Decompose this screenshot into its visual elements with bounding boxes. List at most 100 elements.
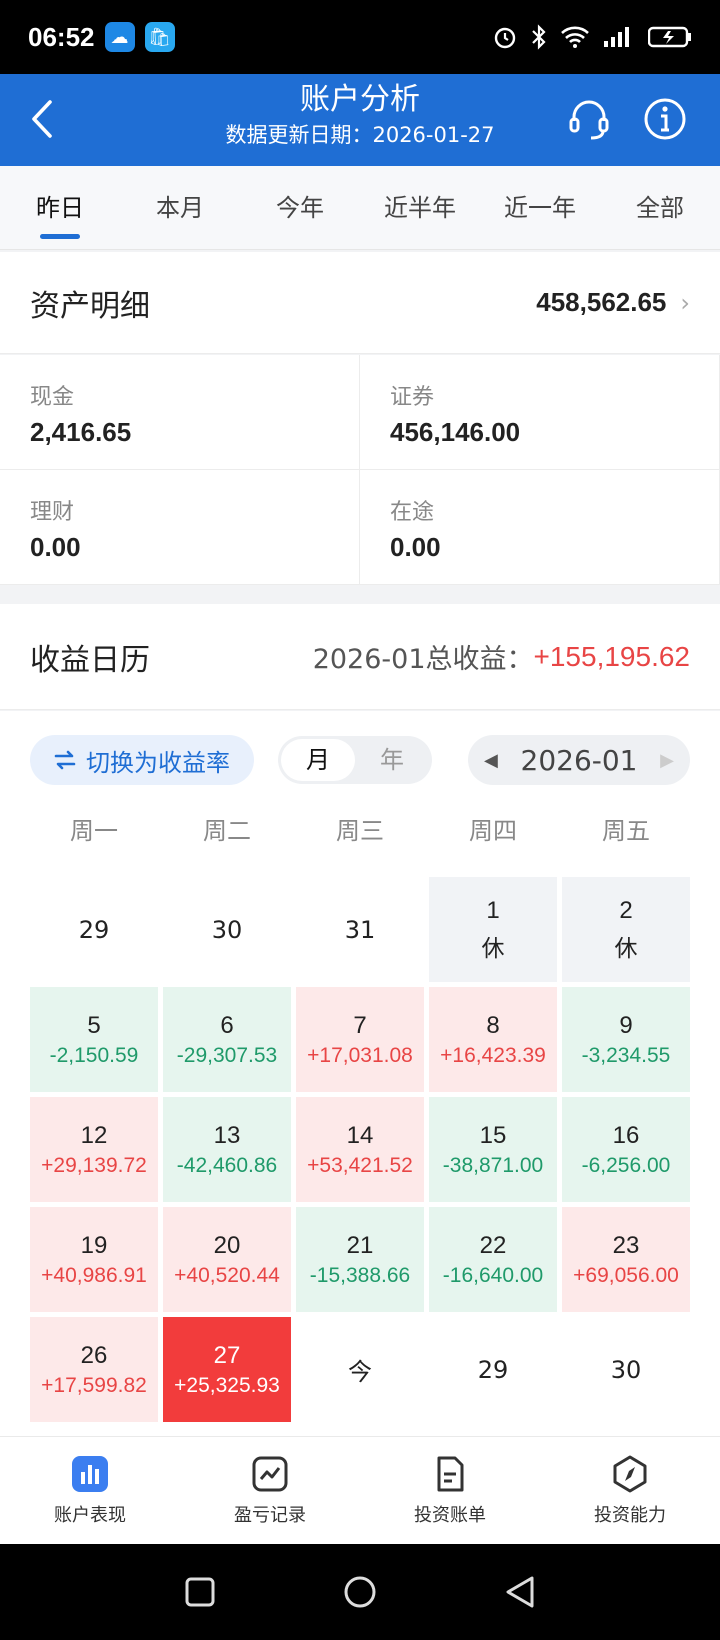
weekday-label: 周三 xyxy=(336,817,384,845)
nav-investment-bills[interactable]: 投资账单 xyxy=(360,1437,540,1544)
calendar-day[interactable]: 21 -15,388.66 xyxy=(296,1207,424,1312)
asset-total: 458,562.65 xyxy=(536,287,667,317)
asset-value: 456,146.00 xyxy=(390,417,521,447)
day-profit: 休 xyxy=(614,935,638,962)
asset-grid: 现金 2,416.65 证券 456,146.00 理财 0.00 在途 0.0… xyxy=(0,355,720,585)
nav-label: 投资能力 xyxy=(594,1504,666,1526)
recent-apps-icon[interactable] xyxy=(184,1576,216,1608)
asset-key: 现金 xyxy=(30,385,75,410)
switch-to-rate-button[interactable]: 切换为收益率 xyxy=(30,735,254,785)
calendar-day[interactable]: 8 +16,423.39 xyxy=(429,987,557,1092)
asset-detail-row[interactable]: 资产明细 458,562.65 › xyxy=(0,252,720,354)
calendar-day[interactable]: 22 -16,640.00 xyxy=(429,1207,557,1312)
calendar-grid: 29 30 31 1 休 2 休 5 -2,150.59 6 -29,307.53 7 +17,031.… xyxy=(30,877,690,1422)
calendar-day[interactable]: 9 -3,234.55 xyxy=(562,987,690,1092)
weather-app-icon: ☁ xyxy=(104,22,135,52)
calendar-day[interactable]: 29 xyxy=(429,1317,557,1422)
tab-this-month[interactable]: 本月 xyxy=(120,166,240,249)
back-button[interactable] xyxy=(22,94,62,144)
headset-icon xyxy=(569,100,609,140)
calendar-day[interactable]: 19 +40,986.91 xyxy=(30,1207,158,1312)
calendar-day[interactable]: 15 -38,871.00 xyxy=(429,1097,557,1202)
store-app-icon: 🛍 xyxy=(144,22,175,52)
calendar-day[interactable]: 30 xyxy=(163,877,291,982)
switch-label: 切换为收益率 xyxy=(86,748,230,777)
status-bar: 06:52 ☁ 🛍 xyxy=(0,0,720,74)
calendar-day[interactable]: 31 xyxy=(296,877,424,982)
day-number: 26 xyxy=(80,1341,108,1369)
calendar-day[interactable]: 14 +53,421.52 xyxy=(296,1097,424,1202)
info-button[interactable] xyxy=(640,94,690,144)
calendar-day[interactable]: 2休 xyxy=(562,877,690,982)
calendar-day[interactable]: 7 +17,031.08 xyxy=(296,987,424,1092)
nav-profit-records[interactable]: 盈亏记录 xyxy=(180,1437,360,1544)
day-number: 1 xyxy=(486,896,500,924)
tab-yesterday[interactable]: 昨日 xyxy=(0,166,120,249)
back-nav-icon[interactable] xyxy=(504,1575,536,1609)
current-month: 2026-01 xyxy=(520,743,638,777)
calendar-day[interactable]: 1休 xyxy=(429,877,557,982)
monthly-total-label: 2026-01总收益： xyxy=(312,644,534,675)
day-profit: +40,986.91 xyxy=(41,1263,147,1287)
tab-one-year[interactable]: 近一年 xyxy=(480,166,600,249)
home-icon[interactable] xyxy=(343,1575,377,1609)
calendar-day[interactable]: 30 xyxy=(562,1317,690,1422)
data-update-date: 数据更新日期：2026-01-27 xyxy=(225,123,495,147)
calendar-day[interactable]: 23 +69,056.00 xyxy=(562,1207,690,1312)
calendar-day[interactable]: 13 -42,460.86 xyxy=(163,1097,291,1202)
tab-this-year[interactable]: 今年 xyxy=(240,166,360,249)
nav-investment-ability[interactable]: 投资能力 xyxy=(540,1437,720,1544)
day-number: 13 xyxy=(213,1121,241,1149)
day-number: 19 xyxy=(80,1231,108,1259)
day-profit: -38,871.00 xyxy=(442,1153,544,1177)
calendar-day[interactable]: 29 xyxy=(30,877,158,982)
day-profit: +25,325.93 xyxy=(174,1373,280,1397)
day-number: 16 xyxy=(612,1121,640,1149)
tab-half-year[interactable]: 近半年 xyxy=(360,166,480,249)
day-number: 15 xyxy=(479,1121,507,1149)
calendar-day[interactable]: 6 -29,307.53 xyxy=(163,987,291,1092)
calendar-day[interactable]: 16 -6,256.00 xyxy=(562,1097,690,1202)
day-number: 2 xyxy=(619,896,633,924)
calendar-day[interactable]: 今 xyxy=(296,1317,424,1422)
asset-key: 理财 xyxy=(30,500,75,525)
toggle-month[interactable]: 月 xyxy=(281,739,355,781)
day-profit: -2,150.59 xyxy=(49,1043,139,1067)
day-number: 7 xyxy=(353,1011,367,1039)
chevron-right-icon: › xyxy=(680,288,690,317)
weekday-header: 周一 周二 周三 周四 周五 xyxy=(30,811,690,846)
status-time: 06:52 xyxy=(28,21,95,52)
day-profit: -16,640.00 xyxy=(442,1263,544,1287)
calendar-day[interactable]: 5 -2,150.59 xyxy=(30,987,158,1092)
tab-all[interactable]: 全部 xyxy=(600,166,720,249)
bar-chart-icon xyxy=(72,1455,108,1492)
calendar-day[interactable]: 12 +29,139.72 xyxy=(30,1097,158,1202)
bluetooth-icon xyxy=(532,24,546,50)
calendar-day[interactable]: 26 +17,599.82 xyxy=(30,1317,158,1422)
calendar-day[interactable]: 20 +40,520.44 xyxy=(163,1207,291,1312)
nav-label: 账户表现 xyxy=(54,1504,126,1526)
weekday-label: 周二 xyxy=(203,817,251,845)
asset-value: 0.00 xyxy=(30,532,81,562)
month-year-toggle: 月 年 xyxy=(278,736,432,784)
day-number: 8 xyxy=(486,1011,500,1039)
profit-calendar: 切换为收益率 月 年 ◀ 2026-01 ▶ 周一 周二 周三 周四 周五 29 30 31… xyxy=(0,711,720,1436)
asset-cash: 现金 2,416.65 xyxy=(0,355,360,470)
day-number: 21 xyxy=(346,1231,374,1259)
document-icon xyxy=(437,1456,464,1491)
day-profit: +17,031.08 xyxy=(307,1043,413,1067)
next-month-icon[interactable]: ▶ xyxy=(660,750,674,771)
alarm-icon xyxy=(494,27,516,49)
day-profit: +40,520.44 xyxy=(174,1263,280,1287)
nav-account-performance[interactable]: 账户表现 xyxy=(0,1437,180,1544)
day-profit: -6,256.00 xyxy=(581,1153,671,1177)
prev-month-icon[interactable]: ◀ xyxy=(484,750,498,771)
customer-service-button[interactable] xyxy=(564,94,614,144)
asset-securities: 证券 456,146.00 xyxy=(360,355,720,470)
calendar-day[interactable]: 27 +25,325.93 xyxy=(163,1317,291,1422)
info-icon xyxy=(644,98,686,140)
nav-label: 投资账单 xyxy=(414,1504,486,1526)
toggle-year[interactable]: 年 xyxy=(355,739,429,781)
chevron-left-icon xyxy=(32,100,52,138)
weekday-label: 周四 xyxy=(469,817,517,845)
